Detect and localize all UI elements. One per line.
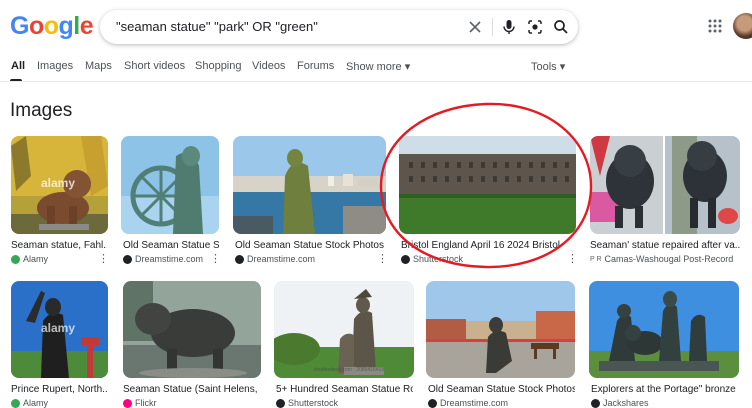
image-result-thumbnail[interactable] [233,136,386,234]
source-label: Dreamstime.com [247,254,316,264]
source-label: Dreamstime.com [135,254,204,264]
image-result-thumbnail[interactable] [123,281,261,378]
logo-letter: g [58,12,74,40]
source-label: Flickr [135,398,157,408]
image-result-thumbnail[interactable] [590,136,740,234]
annotation-circle [379,102,593,269]
image-result-source[interactable]: Dreamstime.com [428,398,508,408]
dreamstime-favicon [235,254,244,264]
more-options-icon[interactable]: ⋮ [98,254,109,265]
image-result-title[interactable]: Explorers at the Portage" bronze ... [591,384,739,395]
tools-button[interactable]: Tools ▾ [531,60,565,73]
image-result-title[interactable]: Seaman' statue repaired after va... [590,240,740,251]
source-label: Jackshares [603,398,649,408]
clear-icon[interactable] [464,16,486,38]
image-result-source[interactable]: Alamy [11,254,48,264]
image-result-thumbnail[interactable]: alamy [11,136,108,234]
microphone-icon[interactable] [498,16,520,38]
image-result-thumbnail[interactable]: alamy [11,281,108,378]
search-divider [492,18,493,36]
image-result-thumbnail[interactable]: shutterstock.com · 2086415419 [274,281,414,378]
image-result-thumbnail[interactable] [121,136,219,234]
source-label: Camas-Washougal Post-Record [604,254,734,264]
tab-show-more[interactable]: Show more ▾ [346,60,410,73]
search-tabs: All Images Maps Short videos Shopping Vi… [0,58,752,82]
dreamstime-favicon [428,398,437,408]
image-result-source[interactable]: Alamy [11,398,48,408]
image-result-source[interactable]: Flickr [123,398,157,408]
source-label: Alamy [23,254,49,264]
header-divider [0,81,752,82]
logo-letter: e [79,12,94,40]
source-label: Alamy [23,398,49,408]
search-box[interactable]: "seaman statue" "park" OR "green" [100,10,578,44]
logo-letter: o [28,12,44,40]
search-icon[interactable] [550,16,572,38]
thumbnail-watermark: alamy [41,321,76,335]
image-result-title[interactable]: 5+ Hundred Seaman Statue Ro... [276,384,413,395]
image-result-title[interactable]: Seaman statue, Fahl... [11,240,107,251]
image-result-source[interactable]: Dreamstime.com [235,254,315,264]
tab-all[interactable]: All [11,60,25,72]
thumbnail-watermark: alamy [41,176,76,190]
account-avatar[interactable] [733,13,752,39]
shutterstock-favicon [276,398,285,408]
google-logo[interactable]: Google [10,12,94,41]
flickr-favicon [123,398,132,408]
image-result-title[interactable]: Old Seaman Statue Stock Photos ... [235,240,385,251]
image-result-title[interactable]: Old Seaman Statue S... [123,240,219,251]
alamy-favicon [11,254,20,264]
search-input[interactable]: "seaman statue" "park" OR "green" [116,19,318,34]
tab-forums[interactable]: Forums [297,60,334,72]
image-result-title[interactable]: Seaman Statue (Saint Helens, ... [123,384,260,395]
alamy-favicon [11,398,20,408]
source-label: Dreamstime.com [440,398,509,408]
image-result-thumbnail[interactable] [426,281,575,378]
image-result-source[interactable]: Dreamstime.com [123,254,203,264]
tab-shopping[interactable]: Shopping [195,60,242,72]
image-result-thumbnail[interactable] [589,281,739,378]
source-label: Shutterstock [288,398,339,408]
logo-letter: o [43,12,59,40]
image-result-source[interactable]: P R Camas-Washougal Post-Record [590,254,733,264]
apps-grid-icon[interactable] [708,19,722,33]
image-result-source[interactable]: Shutterstock [276,398,338,408]
jackshares-favicon [591,398,600,408]
lens-icon[interactable] [524,16,546,38]
tab-images[interactable]: Images [37,60,73,72]
tab-videos[interactable]: Videos [252,60,285,72]
image-result-source[interactable]: Jackshares [591,398,649,408]
dreamstime-favicon [123,254,132,264]
tab-maps[interactable]: Maps [85,60,112,72]
image-result-title[interactable]: Old Seaman Statue Stock Photos ... [428,384,575,395]
thumbnail-watermark: shutterstock.com · 2086415419 [314,367,385,373]
image-result-title[interactable]: Prince Rupert, North... [11,384,107,395]
images-section-heading: Images [10,100,73,121]
tab-short-videos[interactable]: Short videos [124,60,185,72]
more-options-icon[interactable]: ⋮ [210,254,221,265]
logo-letter: G [10,12,29,40]
